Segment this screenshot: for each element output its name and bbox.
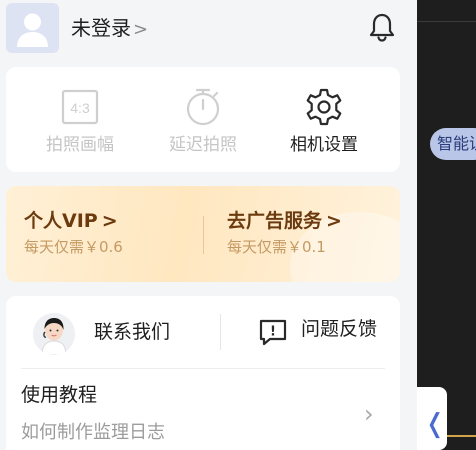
timer-icon: [183, 87, 223, 127]
feedback-icon-glyph: !: [270, 325, 276, 340]
support-card: 联系我们 ! 问题反馈 使用教程 如何制作监理日志 ›: [6, 296, 400, 450]
login-text: 未登录: [71, 16, 131, 40]
ad-free-price: 每天仅需￥0.1: [227, 238, 326, 256]
tutorial-title: 使用教程: [21, 384, 98, 406]
side-drawer: 未登录 > 4:3 拍照画幅 延迟拍照 相机设置 个人VIP > 每天仅需￥0.…: [0, 0, 417, 450]
tutorial-row[interactable]: 使用教程 如何制作监理日志 ›: [6, 374, 400, 450]
camera-preview-pane: [417, 0, 476, 450]
ad-free-button[interactable]: 去广告服务 > 每天仅需￥0.1: [227, 208, 397, 268]
promo-divider: [203, 216, 204, 254]
chevron-left-icon: ❬: [424, 409, 446, 439]
aspect-ratio-icon-text: 4:3: [70, 100, 90, 116]
tutorial-subtitle: 如何制作监理日志: [21, 422, 165, 443]
feedback-label: 问题反馈: [301, 318, 378, 340]
drawer-header: 未登录 >: [0, 0, 417, 58]
chevron-right-icon: >: [133, 19, 149, 40]
delay-photo-label: 延迟拍照: [169, 135, 237, 155]
smart-recognition-chip[interactable]: 智能识: [430, 128, 476, 160]
user-avatar-icon[interactable]: [6, 3, 59, 53]
login-link[interactable]: 未登录 >: [71, 14, 148, 42]
chevron-right-icon: >: [326, 210, 342, 232]
chevron-right-icon: >: [101, 210, 118, 232]
vip-price: 每天仅需￥0.6: [24, 238, 123, 256]
gear-icon: [304, 87, 344, 127]
row-divider: [21, 368, 385, 369]
camera-tools-card: 4:3 拍照画幅 延迟拍照 相机设置: [6, 67, 400, 172]
vip-button[interactable]: 个人VIP > 每天仅需￥0.6: [24, 208, 194, 268]
customer-service-avatar-icon: [33, 313, 75, 355]
collapse-drawer-button[interactable]: ❬: [417, 387, 447, 450]
promo-card: 个人VIP > 每天仅需￥0.6 去广告服务 > 每天仅需￥0.1: [6, 186, 400, 282]
feedback-button[interactable]: ! 问题反馈: [221, 304, 400, 360]
contact-us-label: 联系我们: [94, 321, 171, 343]
camera-settings-label: 相机设置: [290, 135, 358, 155]
aspect-ratio-label: 拍照画幅: [46, 135, 114, 155]
feedback-icon: !: [258, 318, 288, 346]
delay-photo-button[interactable]: 延迟拍照: [143, 67, 263, 172]
ad-free-title: 去广告服务: [227, 210, 323, 232]
contact-us-button[interactable]: 联系我们: [6, 304, 221, 360]
camera-settings-button[interactable]: 相机设置: [264, 67, 384, 172]
accent-line: [447, 435, 476, 437]
vip-title: 个人VIP: [24, 210, 98, 232]
aspect-ratio-button[interactable]: 4:3 拍照画幅: [20, 67, 140, 172]
bell-icon[interactable]: [368, 12, 396, 42]
chevron-right-icon: ›: [364, 400, 374, 428]
preview-top-line: [417, 21, 476, 22]
aspect-ratio-icon: 4:3: [60, 87, 100, 127]
